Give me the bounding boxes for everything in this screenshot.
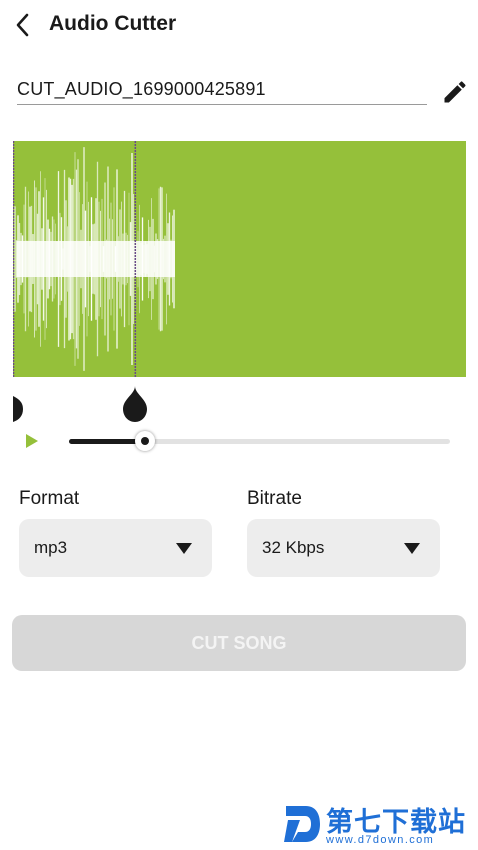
marker-icon (13, 388, 23, 422)
bitrate-label: Bitrate (247, 488, 302, 509)
pencil-icon (444, 81, 466, 103)
trim-end-handle[interactable] (120, 386, 150, 426)
play-icon (26, 434, 38, 448)
format-label: Format (19, 488, 80, 509)
marker-icon (123, 386, 147, 422)
filename-text: CUT_AUDIO_1699000425891 (17, 79, 266, 99)
waveform[interactable] (13, 141, 466, 377)
cut-song-button[interactable]: CUT SONG (12, 615, 466, 671)
play-button[interactable] (22, 431, 42, 451)
watermark-logo (284, 806, 320, 842)
watermark: 第七下载站 www.d7down.com (282, 800, 472, 848)
trim-start-handle[interactable] (3, 386, 33, 426)
top-bar: Audio Cutter (0, 0, 478, 52)
bitrate-select[interactable]: 32 Kbps (247, 519, 440, 577)
edit-filename-button[interactable] (441, 78, 469, 106)
format-select[interactable]: mp3 (19, 519, 212, 577)
dropdown-arrow-icon (176, 543, 192, 554)
watermark-url: www.d7down.com (326, 834, 435, 846)
chevron-left-icon (16, 13, 29, 37)
format-value: mp3 (34, 538, 68, 557)
dropdown-arrow-icon (404, 543, 420, 554)
back-button[interactable] (10, 10, 38, 40)
filename-field[interactable]: CUT_AUDIO_1699000425891 (17, 76, 427, 105)
seek-thumb[interactable] (135, 431, 156, 451)
page-title: Audio Cutter (49, 12, 177, 35)
bitrate-value: 32 Kbps (262, 538, 325, 557)
waveform-graph (13, 141, 175, 377)
seek-bar[interactable] (69, 439, 450, 444)
seek-bar-progress (69, 439, 146, 444)
waveform-core (17, 241, 175, 277)
